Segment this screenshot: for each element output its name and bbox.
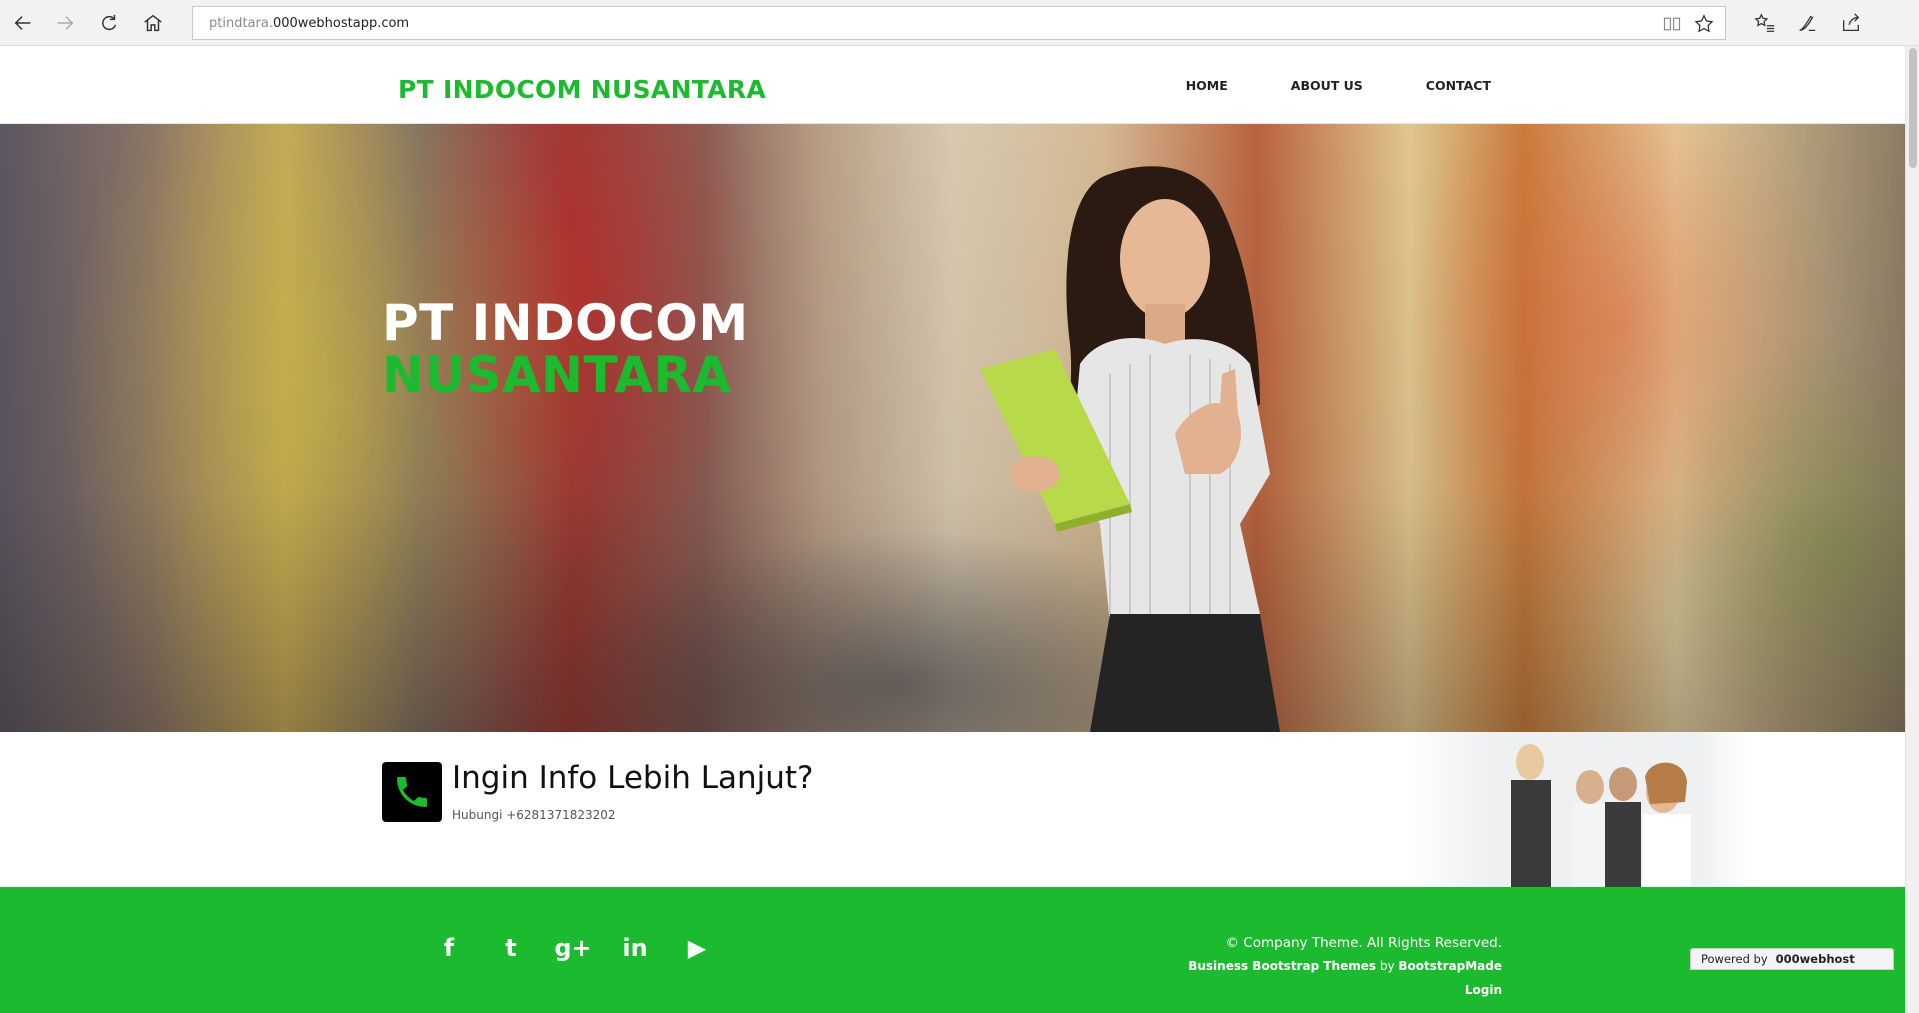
credit-themes-link[interactable]: Business Bootstrap Themes	[1188, 959, 1376, 973]
browser-toolbar: ptindtara.000webhostapp.com	[0, 0, 1919, 46]
url-text: ptindtara.000webhostapp.com	[209, 16, 410, 31]
refresh-icon[interactable]	[94, 8, 124, 38]
web-page: PT INDOCOM NUSANTARA HOME ABOUT US CONTA…	[0, 46, 1905, 1013]
site-footer: f t g+ in ▶ © Company Theme. All Rights …	[0, 887, 1905, 1013]
favorite-star-icon[interactable]	[1692, 12, 1716, 36]
google-plus-icon[interactable]: g+	[542, 933, 604, 963]
login-link[interactable]: Login	[1465, 983, 1502, 997]
phone-icon	[382, 762, 442, 822]
favorites-list-icon[interactable]	[1750, 8, 1780, 38]
linkedin-icon[interactable]: in	[604, 933, 666, 963]
credit-line: Business Bootstrap Themes by BootstrapMa…	[1188, 959, 1502, 973]
credit-by: by	[1379, 959, 1395, 973]
hero-title-line2: NUSANTARA	[382, 346, 732, 404]
scrollbar-thumb[interactable]	[1909, 48, 1917, 168]
pen-icon[interactable]	[1792, 8, 1822, 38]
hero-title-line1: PT INDOCOM	[382, 294, 749, 352]
site-navbar: PT INDOCOM NUSANTARA HOME ABOUT US CONTA…	[0, 46, 1905, 124]
hero-woman-image	[980, 166, 1280, 732]
nav-contact[interactable]: CONTACT	[1426, 78, 1491, 93]
reading-view-icon[interactable]	[1660, 12, 1684, 36]
copyright-text: © Company Theme. All Rights Reserved.	[1225, 935, 1502, 951]
powered-by-badge[interactable]: Powered by 000webhost	[1690, 948, 1894, 970]
hero-shade	[0, 124, 1905, 732]
social-links: f t g+ in ▶	[418, 933, 728, 963]
share-icon[interactable]	[1836, 8, 1866, 38]
address-bar[interactable]: ptindtara.000webhostapp.com	[192, 6, 1726, 40]
powered-label: Powered by	[1701, 952, 1768, 966]
cta-phone-text: Hubungi +6281371823202	[452, 808, 616, 822]
youtube-icon[interactable]: ▶	[666, 933, 728, 963]
contact-callout: Ingin Info Lebih Lanjut? Hubungi +628137…	[0, 732, 1905, 887]
twitter-icon[interactable]: t	[480, 933, 542, 963]
forward-icon[interactable]	[50, 8, 80, 38]
home-icon[interactable]	[138, 8, 168, 38]
facebook-icon[interactable]: f	[418, 933, 480, 963]
nav-home[interactable]: HOME	[1186, 78, 1228, 93]
back-icon[interactable]	[8, 8, 38, 38]
nav-about-us[interactable]: ABOUT US	[1291, 78, 1363, 93]
hero-banner: PT INDOCOM NUSANTARA	[0, 124, 1905, 732]
cta-title: Ingin Info Lebih Lanjut?	[452, 760, 814, 796]
site-brand[interactable]: PT INDOCOM NUSANTARA	[398, 75, 766, 104]
badge-brand: 000webhost	[1775, 952, 1855, 966]
team-photo	[1405, 732, 1750, 887]
nav-menu: HOME ABOUT US CONTACT	[1123, 78, 1491, 93]
page-scrollbar[interactable]	[1905, 46, 1919, 1013]
credit-brand-link[interactable]: BootstrapMade	[1398, 959, 1502, 973]
